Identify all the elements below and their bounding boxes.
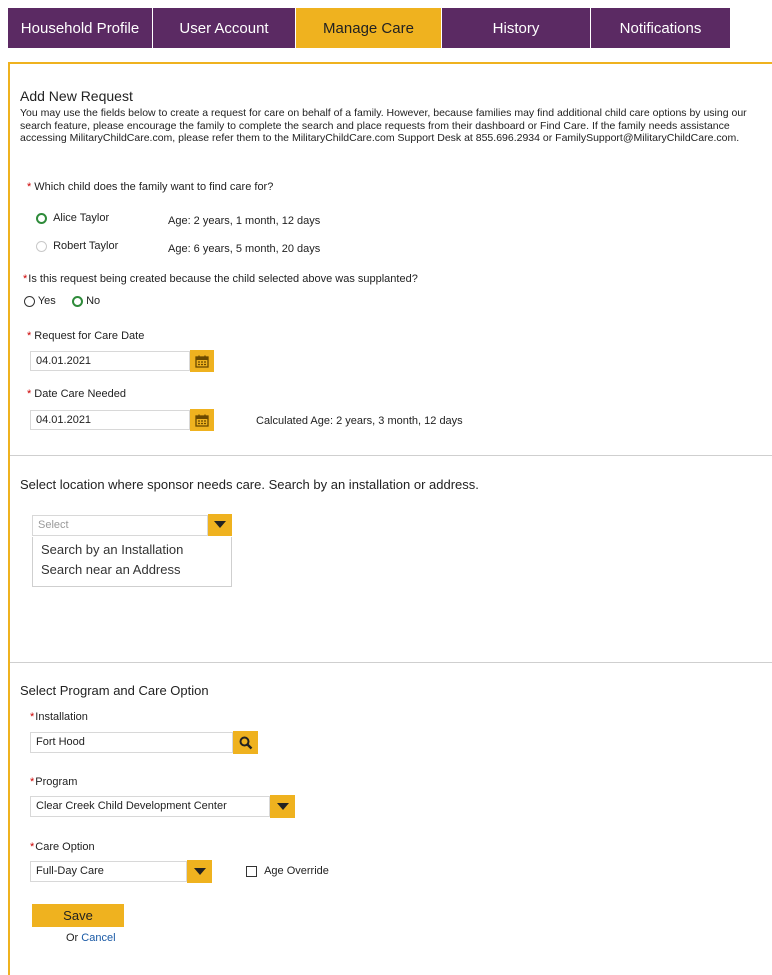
required-marker: *: [27, 181, 32, 193]
form-title: Add New Request: [20, 88, 133, 104]
dropdown-option-installation[interactable]: Search by an Installation: [33, 540, 231, 560]
radio-selected-icon[interactable]: [36, 212, 47, 224]
program-select[interactable]: Clear Creek Child Development Center: [30, 796, 270, 817]
cancel-link[interactable]: Cancel: [81, 932, 115, 944]
calculated-age: Calculated Age: 2 years, 3 month, 12 day…: [256, 415, 463, 427]
section-divider: [10, 455, 772, 456]
date-needed-label: * Date Care Needed: [27, 388, 127, 400]
tab-bar: Household Profile User Account Manage Ca…: [8, 8, 731, 48]
date-needed-input[interactable]: 04.01.2021: [30, 410, 190, 430]
tab-household-profile[interactable]: Household Profile: [8, 8, 153, 48]
dropdown-option-address[interactable]: Search near an Address: [33, 560, 231, 580]
age-override-checkbox[interactable]: Age Override: [246, 865, 329, 877]
section-divider: [10, 662, 772, 663]
checkbox-icon[interactable]: [246, 865, 257, 877]
calendar-icon[interactable]: [190, 350, 214, 372]
child-age-robert: Age: 6 years, 5 month, 20 days: [168, 243, 321, 255]
supplanted-no[interactable]: No: [72, 295, 100, 307]
request-date-input[interactable]: 04.01.2021: [30, 351, 190, 371]
child-option-robert[interactable]: Robert Taylor: [36, 240, 118, 252]
tab-user-account[interactable]: User Account: [153, 8, 296, 48]
request-date-label: * Request for Care Date: [27, 330, 145, 342]
location-dropdown-list: Search by an Installation Search near an…: [32, 537, 232, 587]
installation-label: *Installation: [30, 711, 88, 723]
program-heading: Select Program and Care Option: [20, 683, 209, 698]
radio-selected-icon[interactable]: [72, 295, 83, 307]
radio-unselected-icon[interactable]: [36, 240, 47, 252]
required-marker: *: [27, 388, 32, 400]
chevron-down-icon[interactable]: [187, 860, 212, 883]
required-marker: *: [30, 711, 35, 723]
tab-manage-care[interactable]: Manage Care: [296, 8, 442, 48]
required-marker: *: [30, 776, 35, 788]
child-age-alice: Age: 2 years, 1 month, 12 days: [168, 215, 321, 227]
supplanted-yes[interactable]: Yes: [24, 295, 56, 307]
radio-unselected-icon[interactable]: [24, 295, 35, 307]
installation-input[interactable]: Fort Hood: [30, 732, 233, 753]
chevron-down-icon[interactable]: [208, 514, 232, 536]
location-select[interactable]: Select: [32, 515, 208, 536]
tab-history[interactable]: History: [442, 8, 591, 48]
intro-paragraph: You may use the fields below to create a…: [20, 107, 747, 145]
save-button[interactable]: Save: [32, 904, 124, 927]
program-label: *Program: [30, 776, 78, 788]
child-question: * Which child does the family want to fin…: [27, 181, 274, 193]
calendar-icon[interactable]: [190, 409, 214, 431]
care-option-label: *Care Option: [30, 841, 95, 853]
required-marker: *: [27, 330, 32, 342]
cancel-row: Or Cancel: [66, 932, 116, 944]
location-heading: Select location where sponsor needs care…: [20, 477, 479, 492]
tab-notifications[interactable]: Notifications: [591, 8, 731, 48]
search-icon[interactable]: [233, 731, 258, 754]
supplanted-question: *Is this request being created because t…: [23, 273, 418, 285]
required-marker: *: [23, 273, 28, 285]
child-option-alice[interactable]: Alice Taylor: [36, 212, 109, 224]
required-marker: *: [30, 841, 35, 853]
care-option-select[interactable]: Full-Day Care: [30, 861, 187, 882]
chevron-down-icon[interactable]: [270, 795, 295, 818]
